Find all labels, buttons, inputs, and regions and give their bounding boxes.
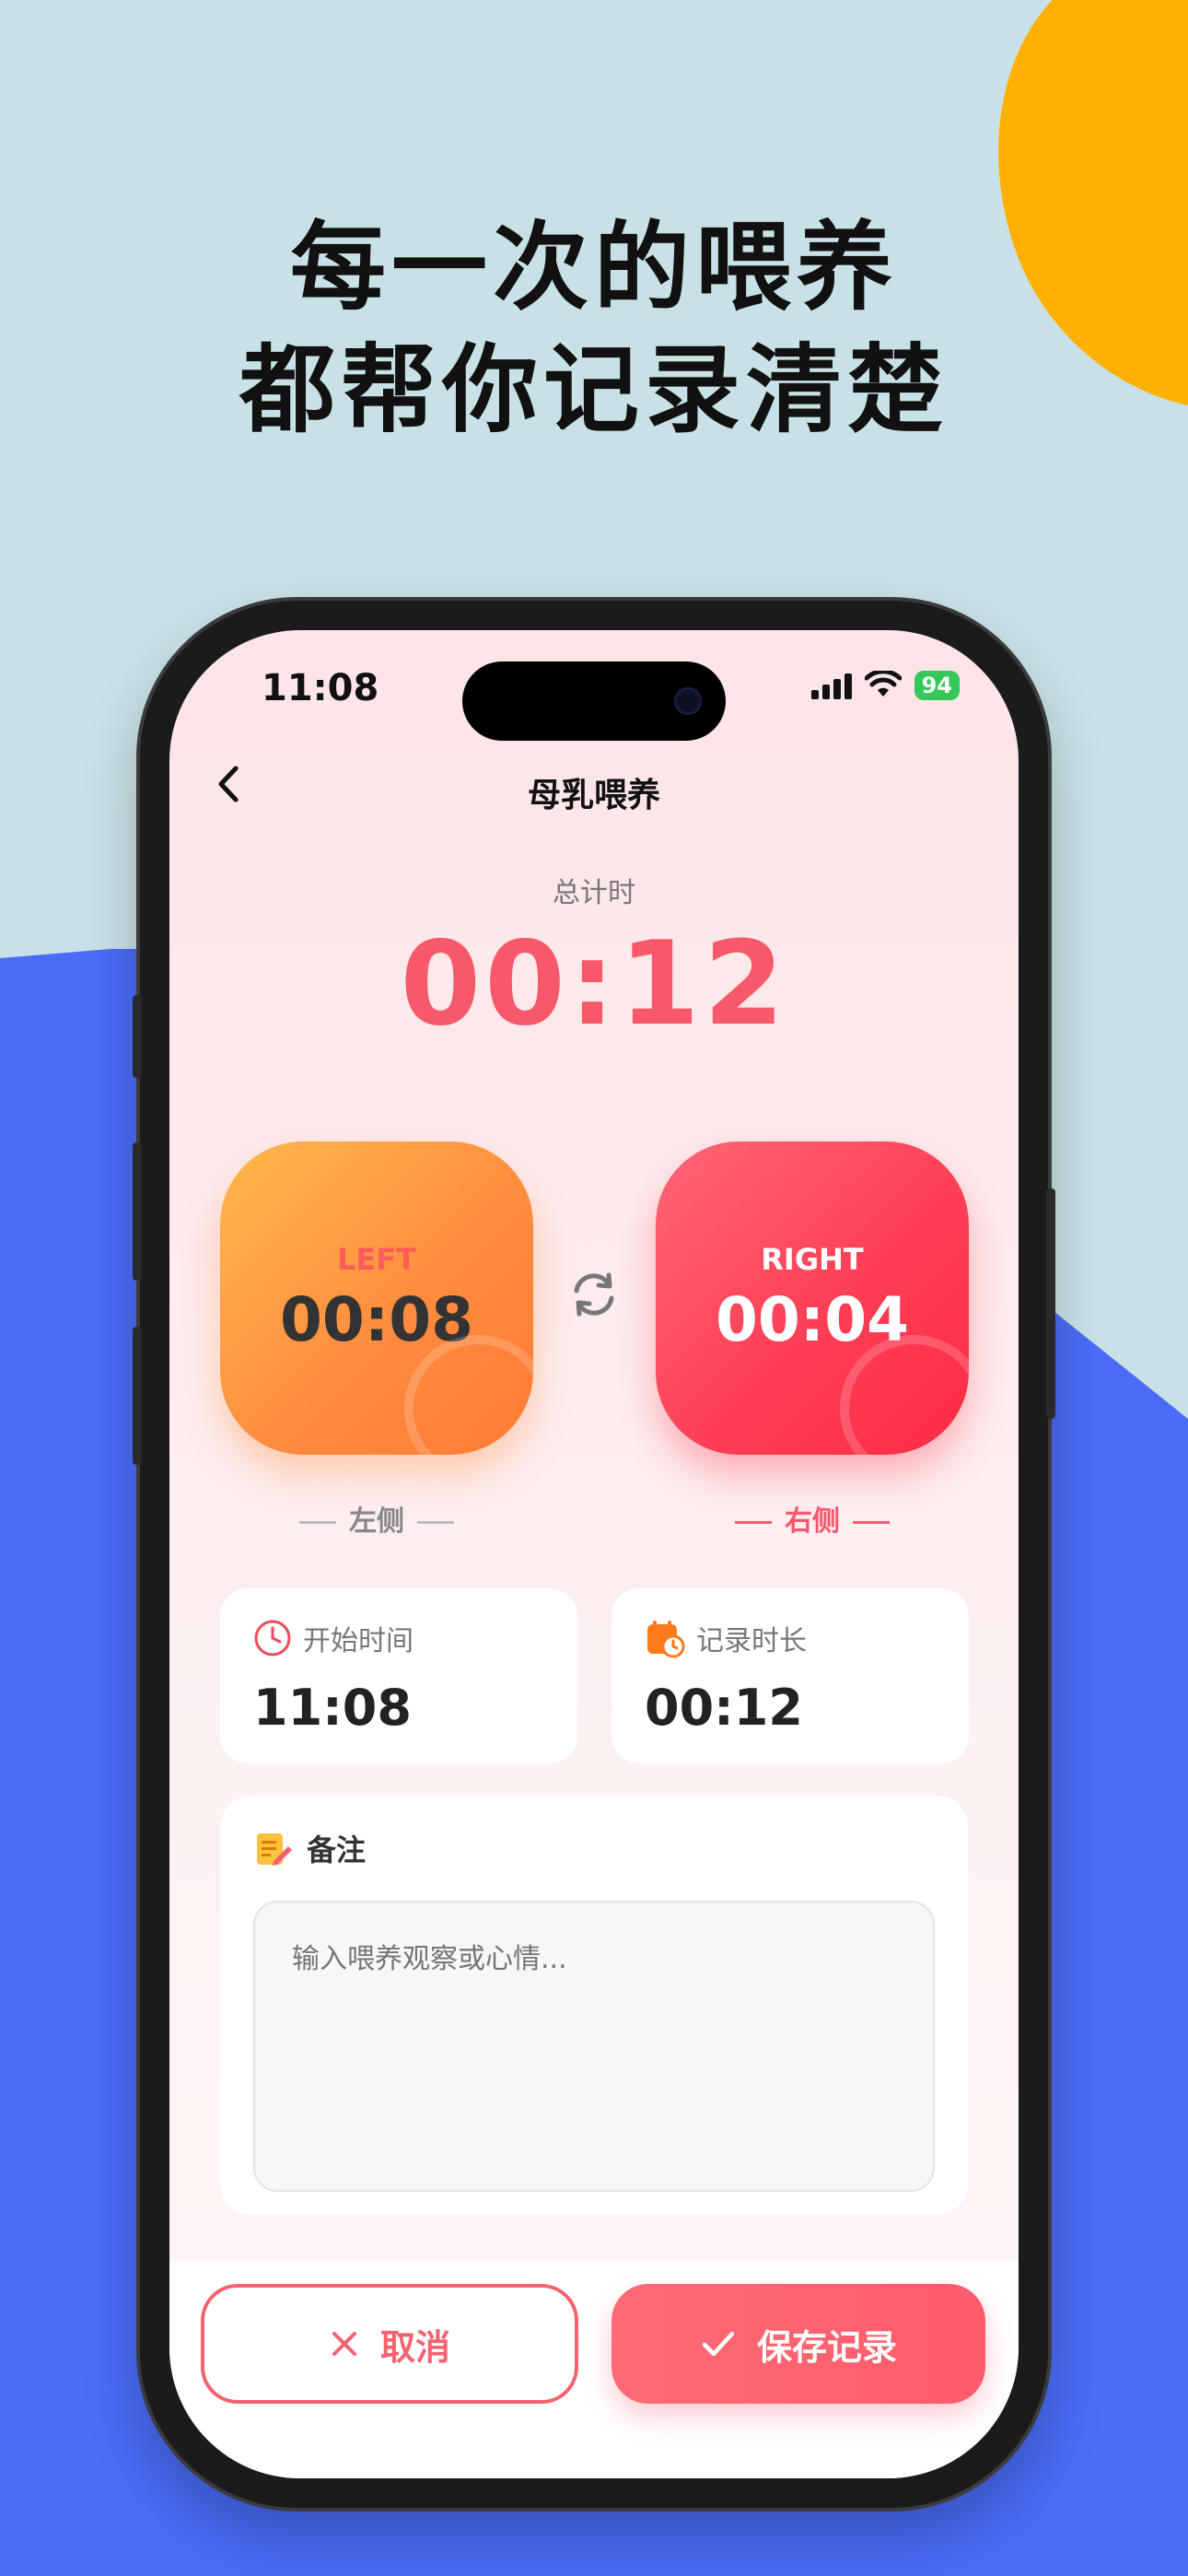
note-input[interactable] <box>253 1901 935 2192</box>
start-time-label: 开始时间 <box>303 1625 413 1657</box>
total-time-label: 总计时 <box>553 877 635 909</box>
save-button-label: 保存记录 <box>756 2326 897 2368</box>
note-card: 备注 <box>220 1796 968 2215</box>
left-side-caption: 左侧 <box>220 1498 533 1539</box>
phone-volume-down-button <box>133 1327 142 1465</box>
check-icon <box>702 2331 735 2357</box>
total-time-value: 00:12 <box>400 916 788 1051</box>
phone-volume-up-button <box>133 1142 142 1281</box>
right-timer-side-label: RIGHT <box>761 1241 864 1277</box>
notepad-pencil-icon <box>257 1833 292 1866</box>
duration-card: 记录时长 00:12 <box>611 1588 969 1763</box>
cancel-button[interactable]: 取消 <box>201 2284 578 2404</box>
calendar-clock-icon <box>647 1621 685 1658</box>
start-time-card[interactable]: 开始时间 11:08 <box>220 1588 577 1763</box>
dynamic-island <box>462 662 726 741</box>
phone-power-button <box>1046 1188 1055 1419</box>
status-time: 11:08 <box>262 667 379 709</box>
promo-headline-line2: 都帮你记录清楚 <box>239 334 949 446</box>
status-indicators: 94 <box>810 671 960 700</box>
left-breast-timer-button[interactable]: LEFT 00:08 <box>220 1142 533 1455</box>
battery-indicator: 94 <box>914 671 960 700</box>
left-side-caption-text: 左侧 <box>349 1505 404 1538</box>
clock-icon <box>254 1620 291 1657</box>
phone-screen: 11:08 94 母乳喂养 总计时 00:12 LEFT 00:08 RIGHT… <box>169 630 1019 2478</box>
swap-sides-icon[interactable] <box>565 1266 623 1323</box>
note-label: 备注 <box>307 1832 367 1868</box>
wifi-icon <box>864 671 902 697</box>
phone-action-button <box>133 995 142 1078</box>
camera-icon <box>674 687 702 715</box>
save-record-button[interactable]: 保存记录 <box>611 2284 985 2404</box>
duration-value: 00:12 <box>645 1679 803 1737</box>
duration-label: 记录时长 <box>696 1625 807 1657</box>
promo-headline-line1: 每一次的喂养 <box>289 211 898 323</box>
right-side-caption-text: 右侧 <box>785 1505 840 1538</box>
start-time-value: 11:08 <box>253 1679 412 1737</box>
cellular-signal-icon <box>810 672 852 699</box>
right-breast-timer-button[interactable]: RIGHT 00:04 <box>656 1142 969 1455</box>
close-icon <box>332 2332 356 2356</box>
page-title: 母乳喂养 <box>527 777 660 814</box>
right-side-caption: 右侧 <box>656 1498 969 1539</box>
left-timer-side-label: LEFT <box>337 1241 416 1277</box>
cancel-button-label: 取消 <box>379 2326 450 2368</box>
